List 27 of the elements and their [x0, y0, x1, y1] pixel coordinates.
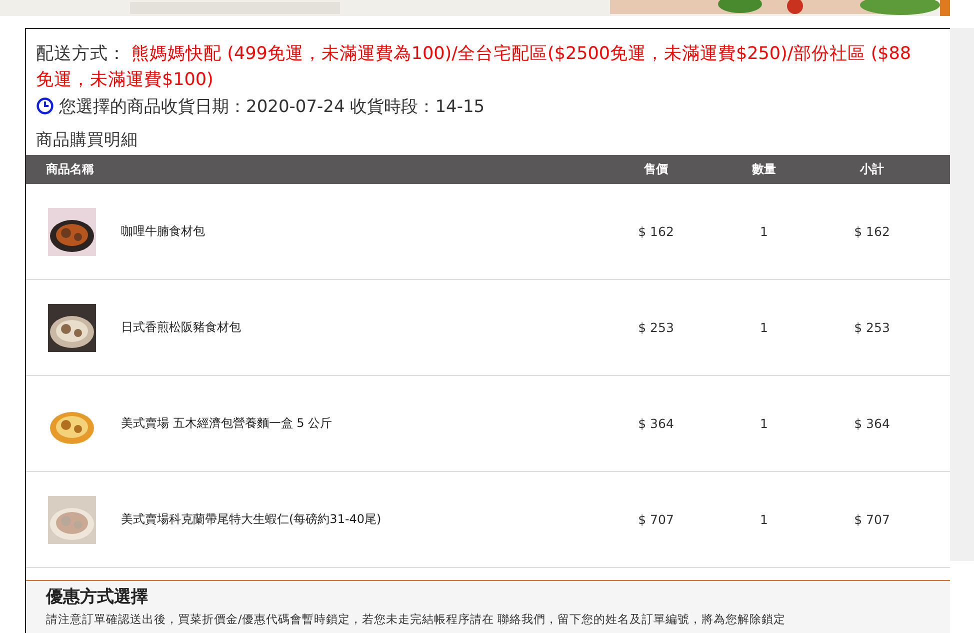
delivery-date: 您選擇的商品收貨日期：2020-07-24 收貨時段：14-15	[59, 96, 485, 118]
column-header: 商品名稱	[45, 161, 95, 178]
clock-icon	[36, 97, 54, 115]
quantity: 1	[759, 320, 769, 335]
column-header: 售價	[643, 161, 670, 178]
quantity: 1	[759, 512, 769, 527]
product-name: 美式賣場 五木經濟包營養麵一盒 5 公斤	[121, 415, 332, 432]
product-name: 美式賣場科克蘭帶尾特大生蝦仁(每磅約31-40尾)	[121, 511, 382, 528]
product-name: 日式香煎松阪豬食材包	[121, 319, 241, 336]
notice-text: 請注意訂單確認送出後，買菜折價金/優惠代碼會暫時鎖定，若您未走完結帳程序請在 聯絡我們，留下您的姓名及訂單編號，將為您解除鎖定	[46, 612, 787, 627]
product-name: 咖哩牛腩食材包	[121, 223, 205, 240]
section-title: 商品購買明細	[36, 129, 139, 151]
delivery-info: 配送方式： 熊媽媽快配 (499免運，未滿運費為100)/全台宅配區($2500免運，未滿運費$250)/部份社區 ($88 免運，未滿運費$100)	[36, 43, 912, 92]
quantity: 1	[759, 416, 769, 431]
subtotal: $ 707	[853, 512, 891, 527]
price: $ 364	[637, 416, 675, 431]
price: $ 253	[637, 320, 675, 335]
column-header: 數量	[750, 161, 778, 178]
scrollbar[interactable]	[950, 28, 974, 561]
subtotal: $ 364	[853, 416, 891, 431]
subtotal: $ 253	[853, 320, 891, 335]
price: $ 162	[637, 224, 675, 239]
subtotal: $ 162	[853, 224, 891, 239]
quantity: 1	[759, 224, 769, 239]
price: $ 707	[637, 512, 675, 527]
column-header: 小計	[858, 161, 886, 178]
section-title: 優惠方式選擇	[46, 586, 149, 608]
